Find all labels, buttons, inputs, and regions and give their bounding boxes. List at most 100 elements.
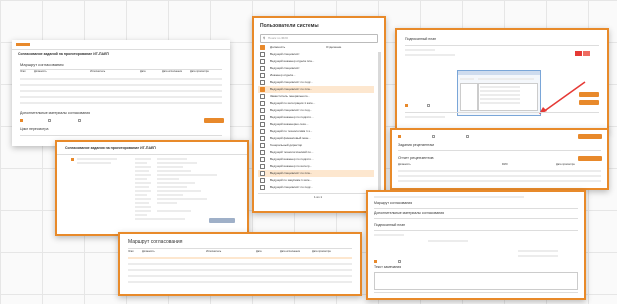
section-title: Цикл пересмотра: [20, 127, 49, 131]
user-checkbox[interactable]: [260, 66, 265, 71]
option-checkbox[interactable]: [398, 135, 401, 138]
user-checkbox[interactable]: [260, 185, 265, 190]
user-checkbox[interactable]: [260, 136, 265, 141]
user-row[interactable]: Ведущий инженер по интегр...: [258, 163, 374, 170]
user-checkbox[interactable]: [260, 108, 265, 113]
scrollbar[interactable]: [378, 52, 381, 190]
file-dialog[interactable]: [457, 70, 541, 116]
option-checkbox[interactable]: [405, 104, 408, 107]
col-position: Должность: [398, 163, 411, 166]
user-checkbox[interactable]: [260, 164, 265, 169]
user-checkbox[interactable]: [260, 157, 265, 162]
user-row[interactable]: Ведущий специалист по подг...: [258, 184, 374, 191]
pagination: 1 из 1: [314, 195, 323, 199]
search-placeholder: Поиск по ФИО: [268, 36, 289, 40]
user-position: Ведущий по интеграции 1 кате...: [270, 101, 316, 105]
plan-status-badge: [575, 51, 582, 56]
user-row[interactable]: Ведущий по интеграции 1 кате...: [258, 100, 374, 107]
option-checkbox[interactable]: [427, 104, 430, 107]
user-checkbox[interactable]: [260, 115, 265, 120]
submit-button[interactable]: [209, 218, 235, 223]
table-row[interactable]: [398, 180, 601, 182]
table-row[interactable]: [128, 275, 352, 277]
option-checkbox[interactable]: [398, 260, 401, 263]
user-row[interactable]: Ведущий инженерно-техн...: [258, 121, 374, 128]
user-checkbox[interactable]: [260, 122, 265, 127]
user-checkbox[interactable]: [260, 80, 265, 85]
table-row[interactable]: [20, 102, 222, 104]
user-position: Ведущий специалист по пла...: [270, 87, 313, 91]
user-position: Инженер отдела...: [270, 73, 296, 77]
card-title: Маршрут согласования: [128, 239, 183, 245]
user-checkbox[interactable]: [260, 101, 265, 106]
user-position: Ведущий инженерно-техн...: [270, 122, 309, 126]
table-row[interactable]: [398, 175, 601, 177]
user-row[interactable]: Ведущий технологический по...: [258, 149, 374, 156]
user-checkbox[interactable]: [260, 171, 265, 176]
user-checkbox[interactable]: [260, 87, 265, 92]
user-position: Ведущий инженер отдела пла...: [270, 59, 315, 63]
route-table: Этап Должность Исполнитель Дата Дата исп…: [20, 70, 222, 107]
col-date: Дата: [256, 250, 262, 253]
user-row[interactable]: Ведущий специалист по подг...: [258, 79, 374, 86]
user-checkbox[interactable]: [260, 143, 265, 148]
action-button[interactable]: [204, 118, 224, 123]
reviewers-button[interactable]: [578, 134, 602, 139]
user-position: Ведущий инженер по подгото...: [270, 157, 314, 161]
user-checkbox[interactable]: [260, 52, 265, 57]
user-row[interactable]: Ведущий специалист по пла...: [258, 86, 374, 93]
table-row[interactable]: [128, 269, 352, 271]
table-row[interactable]: [20, 84, 222, 86]
option-checkbox[interactable]: [432, 135, 435, 138]
option-checkbox[interactable]: [48, 119, 51, 122]
user-row[interactable]: Ведущий специалист по под...: [258, 107, 374, 114]
table-row[interactable]: [398, 170, 601, 172]
user-row[interactable]: Ведущий инженер отдела пла...: [258, 58, 374, 65]
search-box[interactable]: ⚲ Поиск по ФИО: [260, 34, 378, 43]
user-checkbox[interactable]: [260, 178, 265, 183]
section-title: Дополнительные материалы согласования: [20, 111, 91, 115]
attach-button[interactable]: [579, 92, 599, 97]
user-row[interactable]: Ведущий по технологиям 1 к...: [258, 128, 374, 135]
user-row[interactable]: Заместитель генерального...: [258, 93, 374, 100]
section-title: Маршрут согласования: [374, 201, 413, 205]
user-row[interactable]: Ведущий финансовый экон...: [258, 135, 374, 142]
table-row[interactable]: [20, 96, 222, 98]
table-row[interactable]: [20, 78, 222, 80]
users-list: Ведущий специалист Ведущий инженер отдела…: [258, 51, 374, 191]
col-date-done: Дата исполнения: [162, 70, 182, 73]
table-row[interactable]: [128, 263, 352, 265]
task-checkbox[interactable]: [71, 158, 74, 161]
user-row[interactable]: Генеральный директор: [258, 142, 374, 149]
option-checkbox[interactable]: [78, 119, 81, 122]
user-position: Ведущий инженер по интегр...: [270, 164, 313, 168]
approval-form-card: Маршрут согласования Дополнительные мате…: [366, 190, 586, 300]
remark-textarea[interactable]: [374, 272, 578, 290]
user-position: Ведущий по закупкам 1 кате...: [270, 178, 313, 182]
user-checkbox[interactable]: [260, 129, 265, 134]
user-row[interactable]: Ведущий инженер по подгото...: [258, 114, 374, 121]
option-checkbox[interactable]: [466, 135, 469, 138]
col-unit: Отделение: [326, 45, 342, 49]
user-position: Ведущий специалист по подг...: [270, 185, 313, 189]
arrow-icon: [539, 81, 586, 114]
add-reviewer-button[interactable]: [578, 156, 602, 161]
table-row[interactable]: [128, 281, 352, 283]
attach-button[interactable]: [579, 100, 599, 105]
table-row[interactable]: [128, 257, 352, 259]
user-checkbox[interactable]: [260, 150, 265, 155]
user-row[interactable]: Ведущий по закупкам 1 кате...: [258, 177, 374, 184]
select-all-checkbox[interactable]: [260, 45, 265, 50]
user-checkbox[interactable]: [260, 59, 265, 64]
col-position: Должность: [270, 45, 286, 49]
user-checkbox[interactable]: [260, 73, 265, 78]
user-row[interactable]: Ведущий специалист: [258, 65, 374, 72]
table-row[interactable]: [20, 90, 222, 92]
user-row[interactable]: Ведущий специалист по пла...: [258, 170, 374, 177]
user-row[interactable]: Ведущий специалист: [258, 51, 374, 58]
user-row[interactable]: Ведущий инженер по подгото...: [258, 156, 374, 163]
option-checkbox[interactable]: [374, 260, 377, 263]
option-checkbox[interactable]: [20, 119, 23, 122]
user-row[interactable]: Инженер отдела...: [258, 72, 374, 79]
user-checkbox[interactable]: [260, 94, 265, 99]
